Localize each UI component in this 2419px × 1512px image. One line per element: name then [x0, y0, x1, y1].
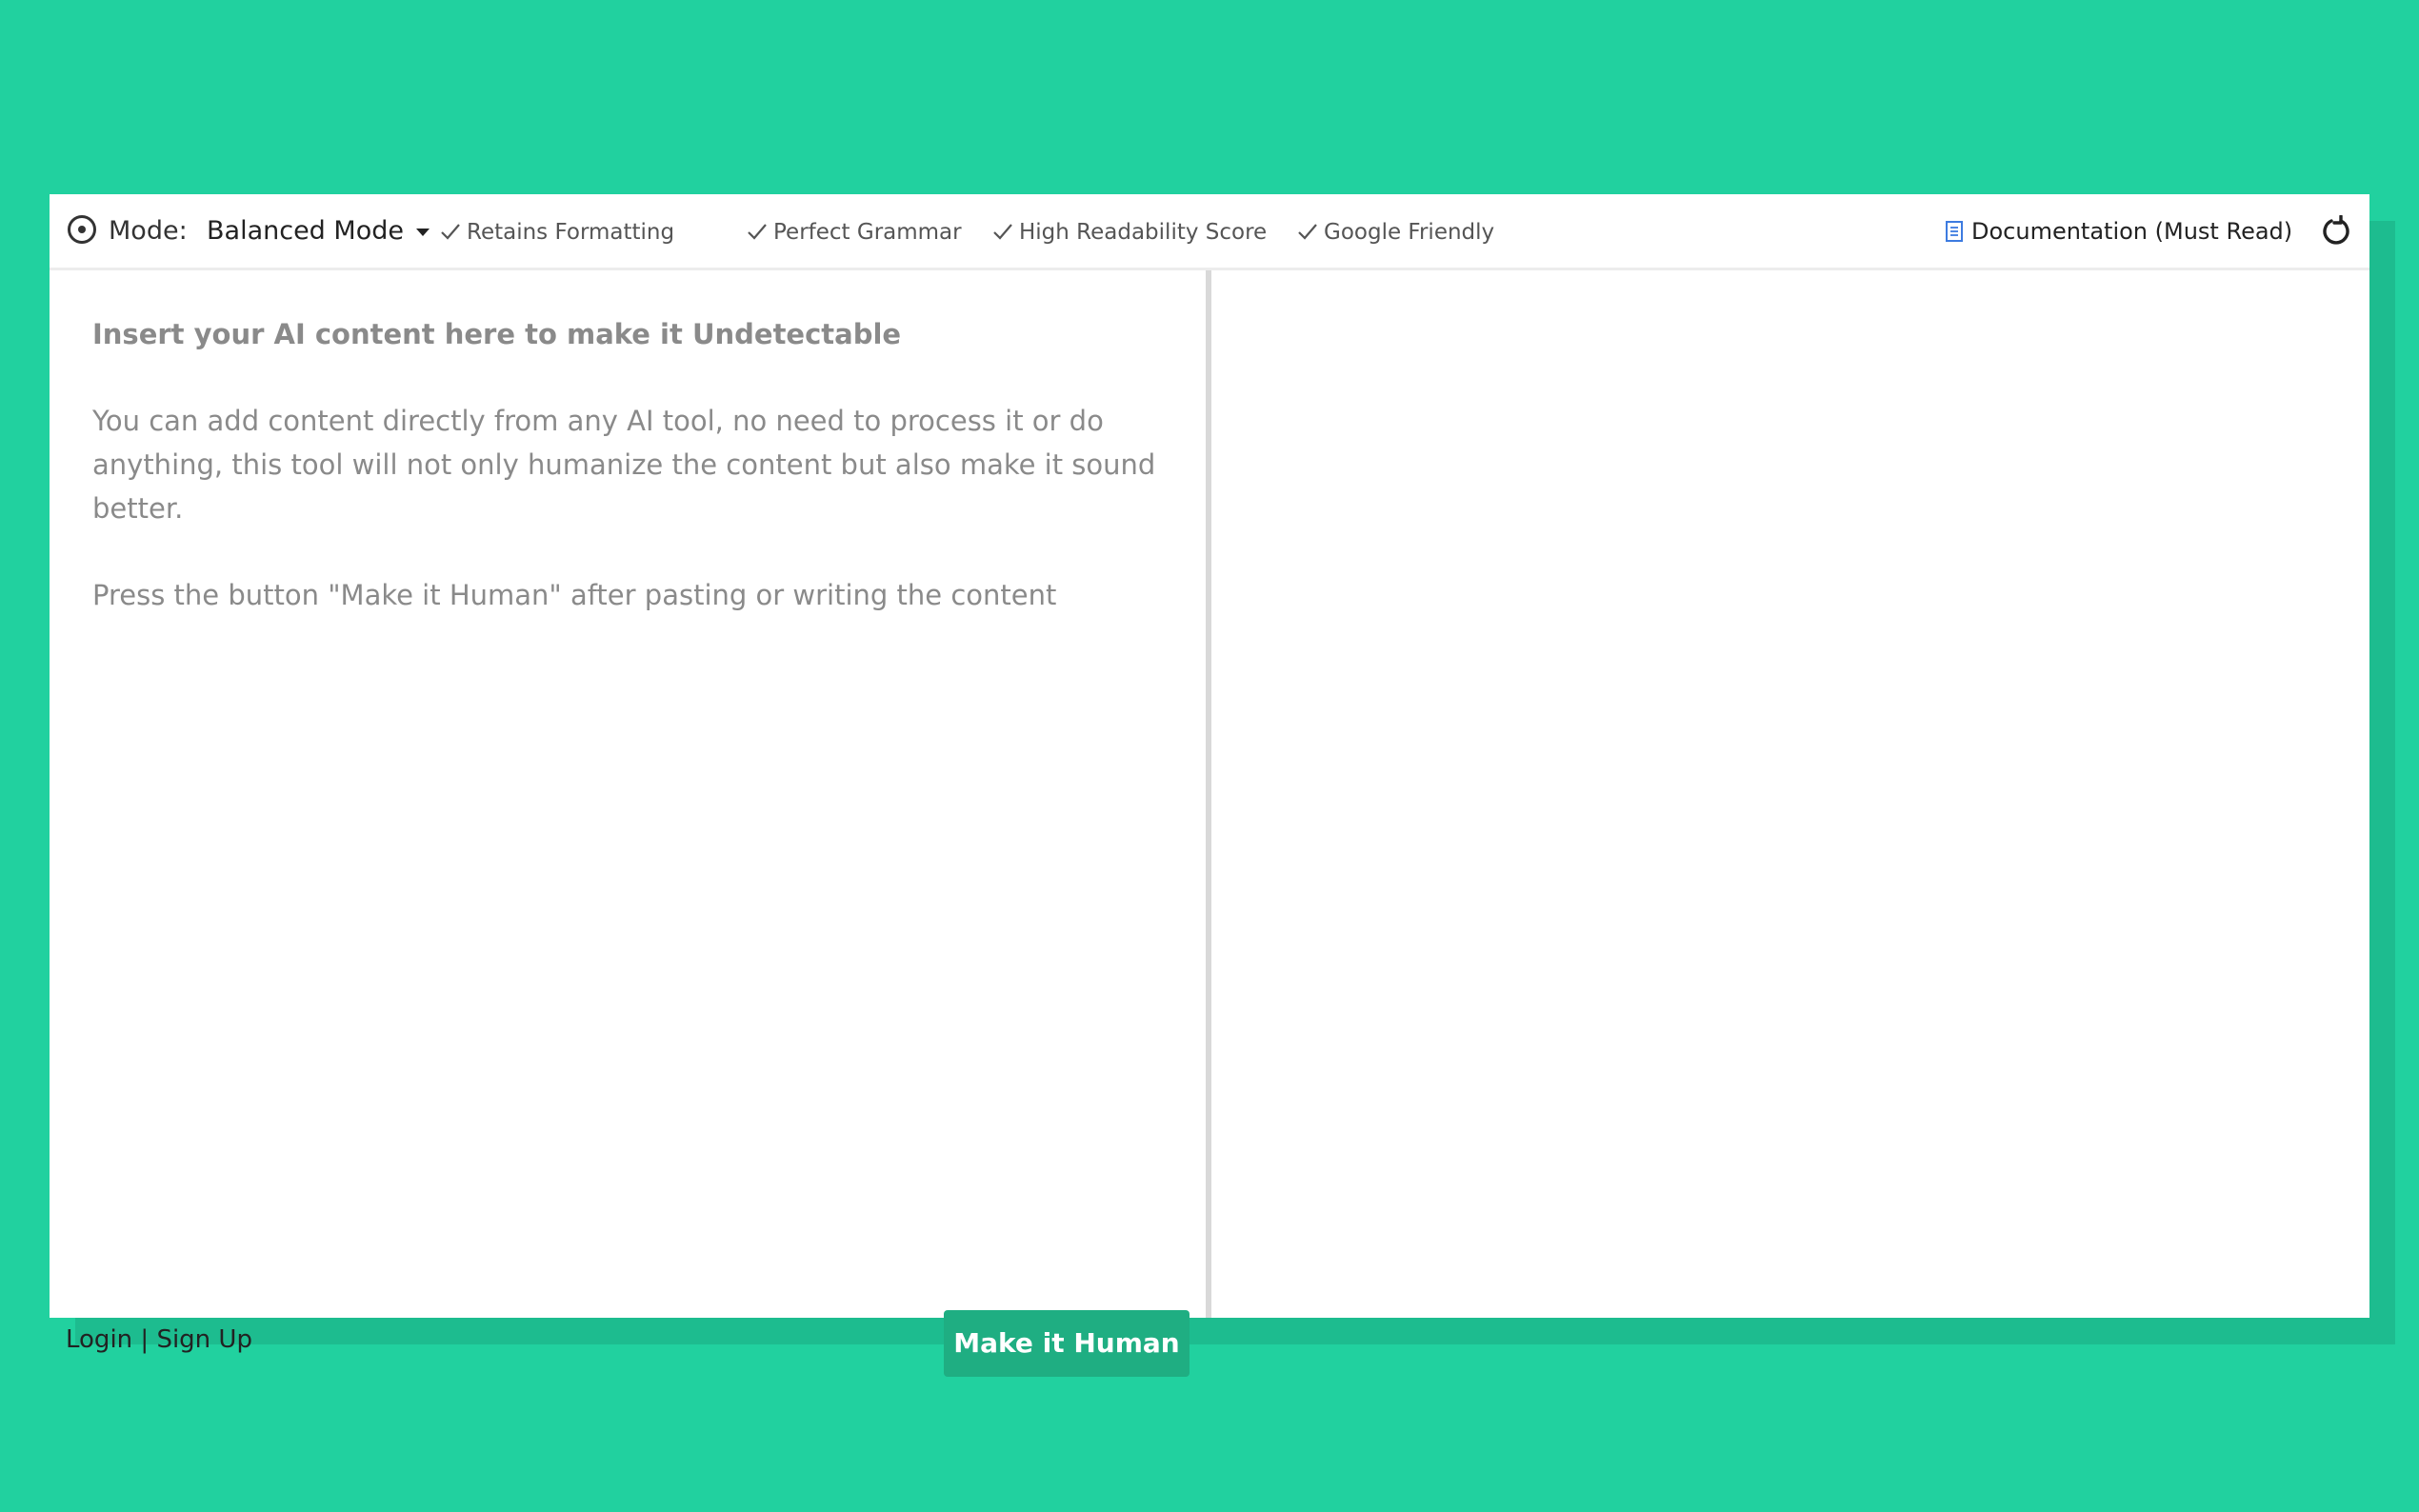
document-icon [1946, 221, 1963, 242]
placeholder-title: Insert your AI content here to make it U… [92, 318, 902, 350]
login-link[interactable]: Login [66, 1325, 132, 1354]
checkmark-icon [441, 224, 460, 240]
refresh-icon[interactable] [2320, 215, 2352, 248]
checkmark-icon [1298, 224, 1317, 240]
editor-placeholder: Insert your AI content here to make it U… [92, 312, 1188, 660]
feature-label: Perfect Grammar [773, 220, 962, 245]
feature-label: High Readability Score [1019, 220, 1268, 245]
radio-target-icon [68, 215, 96, 244]
auth-links: Login | Sign Up [66, 1323, 252, 1356]
input-editor[interactable]: Insert your AI content here to make it U… [50, 270, 1206, 1377]
placeholder-instruction: Press the button "Make it Human" after p… [92, 579, 1057, 611]
feature-high-readability: High Readability Score [992, 217, 1267, 248]
checkmark-icon [748, 224, 767, 240]
signup-link[interactable]: Sign Up [156, 1325, 252, 1354]
documentation-link[interactable]: Documentation (Must Read) [1945, 215, 2292, 248]
feature-google-friendly: Google Friendly [1297, 217, 1494, 248]
documentation-link-label: Documentation (Must Read) [1971, 218, 2293, 245]
humanizer-panel: Mode: Balanced Mode Retains Formatting P… [50, 194, 2369, 1377]
mode-label: Mode: [109, 216, 188, 246]
caret-down-icon[interactable] [416, 229, 430, 236]
output-editor[interactable] [1211, 270, 2369, 1318]
make-it-human-button[interactable]: Make it Human [944, 1310, 1190, 1377]
feature-label: Retains Formatting [467, 220, 675, 245]
toolbar: Mode: Balanced Mode Retains Formatting P… [50, 194, 2369, 270]
feature-retains-formatting: Retains Formatting [440, 217, 674, 248]
feature-label: Google Friendly [1324, 220, 1495, 245]
checkmark-icon [993, 224, 1012, 240]
placeholder-paragraph: You can add content directly from any AI… [92, 405, 1156, 525]
feature-perfect-grammar: Perfect Grammar [747, 217, 962, 248]
mode-dropdown[interactable]: Balanced Mode [207, 215, 404, 248]
auth-separator: | [140, 1325, 150, 1354]
